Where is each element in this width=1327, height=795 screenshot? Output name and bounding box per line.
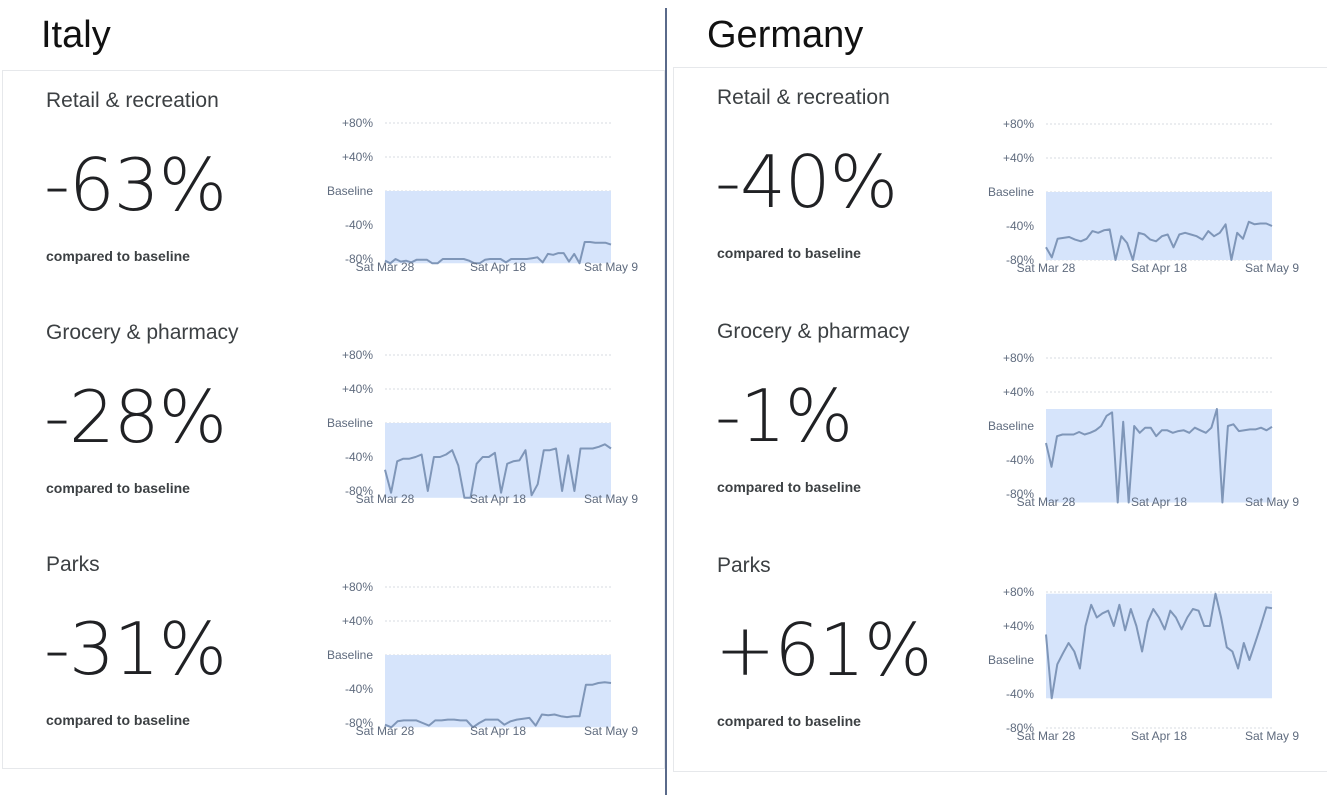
- metric-label: Retail & recreation: [46, 89, 219, 112]
- metric-value: -40%: [715, 140, 898, 224]
- y-tick-label: -40%: [345, 450, 373, 464]
- germany-retail-chart: +80%+40%Baseline-40%-80%Sat Mar 28 Sat Ap…: [988, 117, 1299, 275]
- baseline-area: [385, 191, 611, 264]
- y-tick-label: -40%: [1006, 219, 1034, 233]
- compare-text: compared to baseline: [717, 479, 861, 495]
- x-tick-label: Sat Mar 28: [1017, 495, 1076, 509]
- x-tick-label: Sat Apr 18: [1131, 261, 1187, 275]
- italy-title: Italy: [41, 14, 111, 56]
- y-tick-label: +80%: [1003, 585, 1034, 599]
- x-tick-label: Sat Apr 18: [470, 492, 526, 506]
- metric-value: +61%: [715, 608, 932, 692]
- x-tick-label: Sat May 9: [584, 492, 638, 506]
- germany-panel: Retail & recreation -40% compared to bas…: [673, 67, 1327, 772]
- x-tick-label: Sat Mar 28: [356, 724, 415, 738]
- y-tick-label: +40%: [342, 382, 373, 396]
- x-tick-label: Sat May 9: [1245, 261, 1299, 275]
- country-divider: [665, 8, 667, 795]
- x-tick-label: Sat Mar 28: [1017, 729, 1076, 743]
- germany-parks-chart: +80%+40%Baseline-40%-80%Sat Mar 28 Sat Ap…: [988, 585, 1299, 743]
- compare-text: compared to baseline: [717, 713, 861, 729]
- italy-parks-chart: +80%+40%Baseline-40%-80%Sat Mar 28 Sat Ap…: [327, 580, 638, 738]
- y-tick-label: -40%: [345, 682, 373, 696]
- x-tick-label: Sat Apr 18: [1131, 729, 1187, 743]
- metric-label: Parks: [717, 554, 771, 577]
- italy-retail-card: Retail & recreation -63% compared to bas…: [3, 71, 664, 303]
- y-tick-label: Baseline: [988, 653, 1034, 667]
- metric-value: -63%: [44, 143, 227, 227]
- y-tick-label: Baseline: [327, 416, 373, 430]
- x-tick-label: Sat May 9: [1245, 729, 1299, 743]
- germany-grocery-card: Grocery & pharmacy -1% compared to basel…: [674, 302, 1327, 534]
- germany-title: Germany: [707, 14, 864, 56]
- y-tick-label: Baseline: [988, 185, 1034, 199]
- y-tick-label: Baseline: [327, 184, 373, 198]
- x-tick-label: Sat May 9: [584, 724, 638, 738]
- x-tick-label: Sat Mar 28: [356, 260, 415, 274]
- baseline-area: [385, 423, 611, 498]
- compare-text: compared to baseline: [717, 245, 861, 261]
- x-tick-label: Sat Mar 28: [1017, 261, 1076, 275]
- y-tick-label: +80%: [342, 348, 373, 362]
- y-tick-label: -40%: [345, 218, 373, 232]
- baseline-area: [1046, 593, 1272, 699]
- y-tick-label: -40%: [1006, 453, 1034, 467]
- y-tick-label: +80%: [342, 580, 373, 594]
- germany-retail-card: Retail & recreation -40% compared to bas…: [674, 68, 1327, 300]
- italy-panel: Retail & recreation -63% compared to bas…: [2, 70, 665, 769]
- y-tick-label: -40%: [1006, 687, 1034, 701]
- italy-grocery-chart: +80%+40%Baseline-40%-80%Sat Mar 28 Sat Ap…: [327, 348, 638, 506]
- compare-text: compared to baseline: [46, 248, 190, 264]
- baseline-area: [1046, 192, 1272, 260]
- italy-retail-chart: +80%+40%Baseline-40%-80%Sat Mar 28 Sat Ap…: [327, 116, 638, 274]
- germany-parks-card: Parks +61% compared to baseline +80% +40%…: [674, 536, 1327, 768]
- italy-grocery-card: Grocery & pharmacy -28% compared to base…: [3, 303, 664, 535]
- y-tick-label: +40%: [1003, 151, 1034, 165]
- y-tick-label: +40%: [342, 150, 373, 164]
- compare-text: compared to baseline: [46, 712, 190, 728]
- y-tick-label: Baseline: [327, 648, 373, 662]
- y-tick-label: +40%: [1003, 619, 1034, 633]
- y-tick-label: Baseline: [988, 419, 1034, 433]
- x-tick-label: Sat Apr 18: [470, 260, 526, 274]
- y-tick-label: +80%: [1003, 117, 1034, 131]
- metric-label: Grocery & pharmacy: [46, 321, 239, 344]
- y-tick-label: +40%: [1003, 385, 1034, 399]
- metric-label: Retail & recreation: [717, 86, 890, 109]
- x-tick-label: Sat Apr 18: [1131, 495, 1187, 509]
- metric-value: -1%: [715, 374, 853, 458]
- y-tick-label: +80%: [342, 116, 373, 130]
- metric-label: Parks: [46, 553, 100, 576]
- germany-grocery-chart: +80%+40%Baseline-40%-80%Sat Mar 28 Sat Ap…: [988, 351, 1299, 509]
- baseline-area: [1046, 409, 1272, 503]
- italy-parks-card: Parks -31% compared to baseline +80% +40%…: [3, 535, 664, 767]
- x-tick-label: Sat Apr 18: [470, 724, 526, 738]
- metric-value: -28%: [44, 375, 227, 459]
- metric-value: -31%: [44, 607, 227, 691]
- x-tick-label: Sat May 9: [584, 260, 638, 274]
- x-tick-label: Sat Mar 28: [356, 492, 415, 506]
- y-tick-label: +80%: [1003, 351, 1034, 365]
- y-tick-label: +40%: [342, 614, 373, 628]
- metric-label: Grocery & pharmacy: [717, 320, 910, 343]
- compare-text: compared to baseline: [46, 480, 190, 496]
- x-tick-label: Sat May 9: [1245, 495, 1299, 509]
